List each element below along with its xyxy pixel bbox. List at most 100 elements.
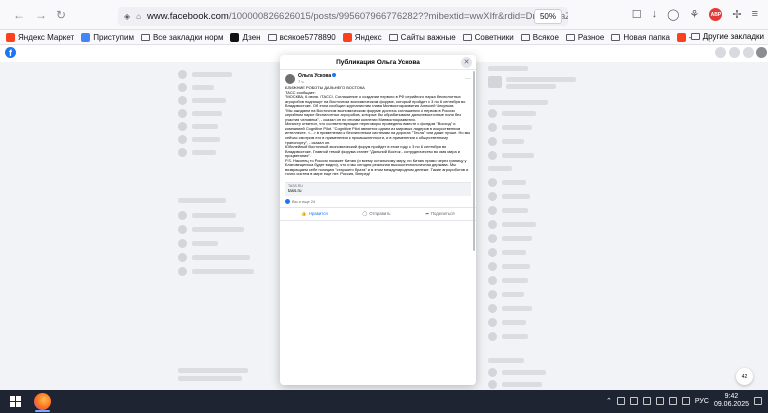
clock[interactable]: 9:42 09.06.2025 xyxy=(714,393,749,409)
pen-icon[interactable] xyxy=(642,397,651,405)
menu-icon[interactable]: ≡ xyxy=(752,8,758,21)
shield-icon: ◈ xyxy=(124,12,131,21)
clock-date: 09.06.2025 xyxy=(713,401,749,408)
download-icon[interactable]: ↓ xyxy=(652,8,658,21)
bookmark-label: Яндекс xyxy=(354,32,382,42)
forward-icon[interactable]: → xyxy=(32,6,50,24)
bookmark-item[interactable]: Сайты важные xyxy=(388,32,456,42)
bookmark-item[interactable]: Всякое xyxy=(520,32,559,42)
other-bookmarks[interactable]: Другие закладки xyxy=(690,32,764,41)
bookmark-label: Новая папка xyxy=(623,32,670,42)
bookmark-item[interactable]: Приступим xyxy=(81,32,134,42)
folder-icon xyxy=(140,33,150,41)
bookmark-label: Разное xyxy=(577,32,605,42)
bookmark-label: Всякое xyxy=(532,32,559,42)
like-reaction-icon xyxy=(285,198,290,204)
bookmark-item[interactable]: всякое5778890 xyxy=(267,32,336,42)
folder-icon xyxy=(462,33,472,41)
bookmark-item[interactable]: Советники xyxy=(462,32,514,42)
post-date[interactable]: 7 ч. xyxy=(298,79,336,84)
modal-scrollbar[interactable] xyxy=(473,71,475,251)
security-icon[interactable] xyxy=(655,397,664,405)
post-header: Ольга Ускова 7 ч. ··· xyxy=(280,70,476,84)
network-icon[interactable] xyxy=(668,397,677,405)
modal-header: Публикация Ольга Ускова ✕ xyxy=(280,55,476,70)
author-avatar[interactable] xyxy=(285,73,295,84)
folder-icon xyxy=(690,33,700,40)
bookmark-item[interactable]: Разное xyxy=(565,32,605,42)
bookmark-label: Сайты важные xyxy=(400,32,456,42)
profile-avatar[interactable] xyxy=(756,47,767,58)
adblock-icon[interactable]: ABP xyxy=(709,8,723,21)
post-paragraph: "Мы ожидаем на Восточном экономическом ф… xyxy=(285,107,461,122)
post-actions: 👍 Нравится ◯ Отправить ➦ Поделиться xyxy=(280,208,476,221)
zoom-badge[interactable]: 50% xyxy=(533,9,562,24)
menu-grid-icon[interactable] xyxy=(715,47,726,58)
bookmark-item[interactable]: Яндекс Маркет xyxy=(6,32,74,42)
facebook-logo-icon[interactable]: f xyxy=(5,47,16,58)
bookmark-item[interactable]: Новая папка xyxy=(611,33,670,42)
language-indicator[interactable]: РУС xyxy=(695,398,709,405)
account-icon[interactable]: ◯ xyxy=(667,8,679,21)
messenger-icon[interactable] xyxy=(729,47,740,58)
active-app-indicator xyxy=(35,410,50,412)
folder-icon xyxy=(267,33,277,41)
thumbs-up-icon: 👍 xyxy=(301,210,307,216)
share-icon: ➦ xyxy=(425,210,429,216)
comment-icon: ◯ xyxy=(362,210,368,216)
volume-icon[interactable] xyxy=(681,397,690,405)
like-button[interactable]: 👍 Нравится xyxy=(301,211,327,217)
address-bar[interactable]: ◈ ⌂ www.facebook.com/100000826626015/pos… xyxy=(118,7,568,26)
post-paragraph: Юбилейный Восточный экономический форум … xyxy=(285,144,460,159)
bookmark-label: всякое5778890 xyxy=(279,32,336,42)
post-text: БЛИЖНИЕ РОБОТЫ ДАЛЬНЕГО ВОСТОКА ТАСС сооб… xyxy=(280,84,476,179)
site-favicon-icon xyxy=(230,32,240,42)
extensions-icon[interactable]: ⚘ xyxy=(689,8,699,21)
site-favicon-icon xyxy=(342,32,352,42)
site-favicon-icon xyxy=(676,32,686,42)
chevron-up-icon[interactable]: ⌃ xyxy=(606,397,612,405)
notification-center-icon[interactable] xyxy=(754,397,762,405)
bookmark-label: Дзен xyxy=(242,32,261,42)
notifications-floating-button[interactable]: 42 xyxy=(736,368,753,385)
site-favicon-icon xyxy=(6,32,15,42)
share-button[interactable]: ➦ Поделиться xyxy=(425,211,454,217)
screenshot-icon[interactable] xyxy=(629,397,638,405)
bookmark-item[interactable]: Дзен xyxy=(230,32,261,42)
bookmark-item[interactable]: Яндекс xyxy=(342,32,382,42)
firefox-taskbar-icon[interactable] xyxy=(34,393,51,410)
toolbar-icons: ☐ ↓ ◯ ⚘ ABP ✢ ≡ xyxy=(632,8,758,21)
site-favicon-icon xyxy=(81,32,91,42)
pocket-icon[interactable]: ☐ xyxy=(632,8,642,21)
post-paragraph: Министр отметил, что соответствующие пер… xyxy=(285,121,471,145)
reactions-row[interactable]: Вы и еще 24 xyxy=(280,196,476,208)
folder-icon xyxy=(388,33,398,41)
other-bookmarks-label: Другие закладки xyxy=(702,32,764,41)
reload-icon[interactable]: ↻ xyxy=(52,6,70,24)
bookmark-label: Приступим xyxy=(93,32,134,42)
url-text[interactable]: www.facebook.com/100000826626015/posts/9… xyxy=(147,11,568,22)
notifications-icon[interactable] xyxy=(743,47,754,58)
reactions-count: Вы и еще 24 xyxy=(292,198,316,204)
more-options-icon[interactable]: ··· xyxy=(465,76,471,82)
close-icon[interactable]: ✕ xyxy=(461,57,472,68)
bookmark-item[interactable]: Все закладки норм xyxy=(140,32,224,42)
clock-time: 9:42 xyxy=(724,393,739,400)
send-button[interactable]: ◯ Отправить xyxy=(362,211,390,217)
browser-toolbar: ← → ↻ ◈ ⌂ www.facebook.com/1000008266260… xyxy=(0,0,768,30)
bookmarks-bar: Яндекс Маркет Приступим Все закладки норм Д… xyxy=(0,30,768,45)
windows-start-icon[interactable] xyxy=(10,396,21,407)
post-modal: Публикация Ольга Ускова ✕ Ольга Ускова 7… xyxy=(280,55,476,385)
extensions-puzzle-icon[interactable]: ✢ xyxy=(732,8,741,21)
taskbar: ⌃ РУС 9:42 09.06.2025 xyxy=(0,390,768,413)
link-preview[interactable]: TASS.RU tass.ru xyxy=(285,181,471,196)
post-paragraph: P.S. Наконец то Россия покажет Китаю (и … xyxy=(285,157,469,177)
back-icon[interactable]: ← xyxy=(10,6,28,24)
bookmark-label: Советники xyxy=(474,32,514,42)
folder-icon xyxy=(565,33,575,41)
bookmark-label: Все закладки норм xyxy=(152,32,224,42)
system-tray: ⌃ РУС 9:42 09.06.2025 xyxy=(606,393,762,409)
link-title: tass.ru xyxy=(288,187,302,193)
post-paragraph: "МОСКВА, 6 июня. /ТАСС/. Соглашение о со… xyxy=(285,94,466,109)
cursor-icon[interactable] xyxy=(616,397,625,405)
